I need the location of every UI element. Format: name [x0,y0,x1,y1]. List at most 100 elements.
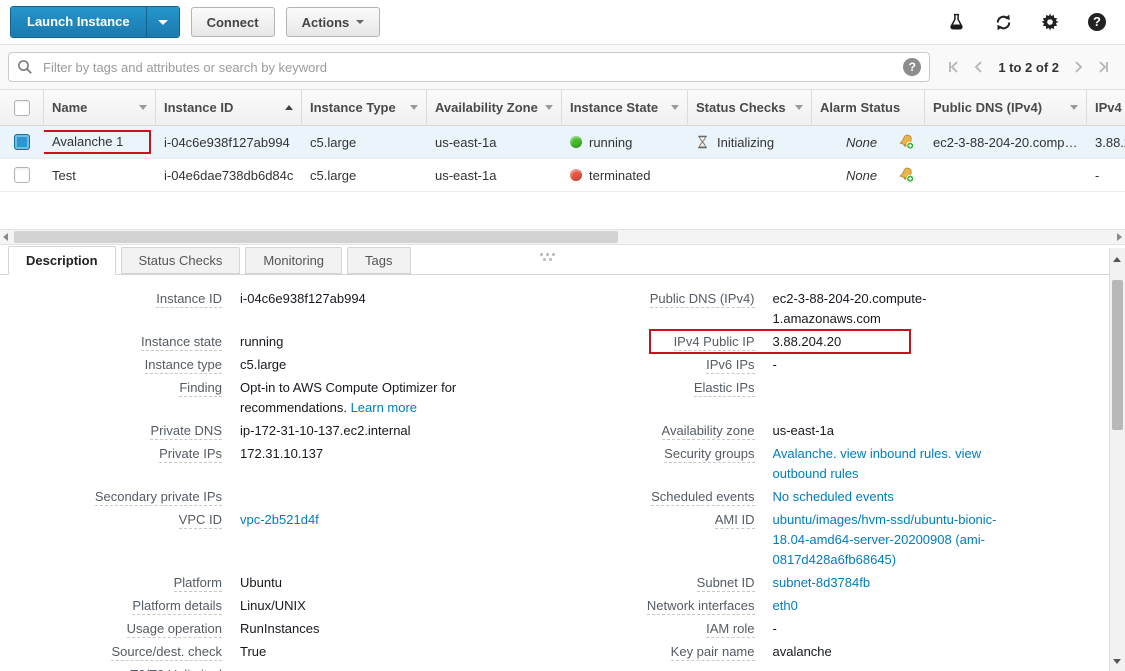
refresh-icon[interactable] [993,12,1013,32]
row-checkbox[interactable] [14,167,30,183]
column-header-public-dns[interactable]: Public DNS (IPv4) [925,90,1087,125]
field-value-text: Opt-in to AWS Compute Optimizer for reco… [240,380,456,415]
field-value-link[interactable]: eth0 [773,598,798,613]
sort-desc-icon [410,105,418,110]
scroll-right-arrow-icon[interactable] [1117,233,1122,241]
vertical-scrollbar-thumb[interactable] [1112,280,1123,430]
beaker-icon[interactable] [946,12,966,32]
chevron-down-icon [356,20,364,24]
horizontal-scrollbar-thumb[interactable] [14,231,618,243]
field-value: RunInstances [240,619,320,639]
field-label: Source/dest. check [0,642,222,662]
column-header-label: Instance State [570,100,658,115]
field-label-text: Key pair name [671,644,755,661]
field-t2-t3-unlimited: T2/T3 Unlimited [0,665,563,671]
connect-button[interactable]: Connect [191,7,275,37]
description-right-column: Public DNS (IPv4)ec2-3-88-204-20.compute… [563,289,1125,671]
column-header-instance-id[interactable]: Instance ID [156,90,302,125]
search-icon [17,59,33,75]
column-header-instance-state[interactable]: Instance State [562,90,688,125]
field-label-text: Platform details [132,598,222,615]
scroll-down-arrow-icon[interactable] [1113,659,1121,664]
cell-public-dns: ec2-3-88-204-20.comp… [925,126,1087,158]
field-value-link[interactable]: Avalanche. view inbound rules. view outb… [773,446,982,481]
field-value-text: ec2-3-88-204-20.compute-1.amazonaws.com [773,291,927,326]
sort-desc-icon [139,105,147,110]
column-header-instance-type[interactable]: Instance Type [302,90,427,125]
field-label: Private IPs [0,444,222,464]
field-value-text: i-04c6e938f127ab994 [240,291,366,306]
field-secondary-private-ips: Secondary private IPs [0,487,563,507]
column-header-availability-zone[interactable]: Availability Zone [427,90,562,125]
instance-row[interactable]: Testi-04e6dae738db6d84cc5.largeus-east-1… [0,159,1125,192]
last-page-button[interactable] [1098,61,1109,73]
field-value: eth0 [773,596,798,616]
sort-desc-icon [1070,105,1078,110]
cell-instance-id: i-04c6e938f127ab994 [156,126,302,158]
field-value: - [773,355,777,375]
select-all-checkbox[interactable] [14,100,30,116]
add-alarm-bell-icon[interactable] [898,134,915,150]
field-value: True [240,642,266,662]
sort-desc-icon [545,105,553,110]
field-value-link[interactable]: ubuntu/images/hvm-ssd/ubuntu-bionic-18.0… [773,512,997,567]
cell-availability-zone: us-east-1a [427,126,562,158]
field-value: ubuntu/images/hvm-ssd/ubuntu-bionic-18.0… [773,510,1015,570]
column-header-name[interactable]: Name [44,90,156,125]
field-label: Security groups [563,444,755,484]
field-label-text: Security groups [664,446,754,463]
previous-page-button[interactable] [974,61,983,73]
field-finding: FindingOpt-in to AWS Compute Optimizer f… [0,378,563,418]
scroll-left-arrow-icon[interactable] [3,233,8,241]
column-header-alarm-status[interactable]: Alarm Status [812,90,925,125]
field-value-text: avalanche [773,644,832,659]
scroll-up-arrow-icon[interactable] [1113,257,1121,262]
instance-name-annotated: Avalanche 1 [44,130,151,154]
field-value-link[interactable]: subnet-8d3784fb [773,575,871,590]
filter-input[interactable] [41,59,903,76]
tab-description[interactable]: Description [8,246,116,275]
tab-tags[interactable]: Tags [347,247,410,274]
ec2-console: Launch Instance Connect Actions ? [0,0,1125,671]
tab-status-checks[interactable]: Status Checks [121,247,241,274]
add-alarm-bell-icon[interactable] [898,167,915,183]
filter-help-icon[interactable]: ? [903,58,921,76]
field-label-text: Secondary private IPs [95,489,222,506]
panel-resize-grip[interactable] [540,253,543,256]
field-value: Avalanche. view inbound rules. view outb… [773,444,1015,484]
help-icon[interactable]: ? [1087,12,1107,32]
column-header-ipv4-public-ip[interactable]: IPv4 Public IP [1087,90,1125,125]
description-left-column: Instance IDi-04c6e938f127ab994Instance s… [0,289,563,671]
actions-button[interactable]: Actions [286,7,381,37]
column-header-label: Name [52,100,87,115]
first-page-button[interactable] [948,61,959,73]
field-network-interfaces: Network interfaces eth0 [563,596,1125,616]
instance-row[interactable]: Avalanche 1i-04c6e938f127ab994c5.largeus… [0,126,1125,159]
field-value-link[interactable]: No scheduled events [773,489,894,504]
launch-instance-button[interactable]: Launch Instance [11,7,146,37]
field-label: Key pair name [563,642,755,662]
table-body: Avalanche 1i-04c6e938f127ab994c5.largeus… [0,126,1125,192]
cell-ipv4-public-ip: 3.88.204.20 [1087,126,1125,158]
hourglass-icon [696,135,709,149]
field-value-link[interactable]: Learn more [351,400,417,415]
state-label: running [589,135,632,150]
field-usage-operation: Usage operationRunInstances [0,619,563,639]
row-checkbox-cell [0,159,44,191]
field-label-text: IAM role [706,621,754,638]
column-header-label: Public DNS (IPv4) [933,100,1042,115]
field-value-text: - [773,621,777,636]
tab-monitoring[interactable]: Monitoring [245,247,342,274]
field-label-text: Network interfaces [647,598,755,615]
detail-tabs: DescriptionStatus ChecksMonitoringTags [0,245,1125,275]
row-checkbox[interactable] [14,134,30,150]
column-header-status-checks[interactable]: Status Checks [688,90,812,125]
gear-icon[interactable] [1040,12,1060,32]
alarm-status-label: None [820,135,898,150]
next-page-button[interactable] [1074,61,1083,73]
field-value: subnet-8d3784fb [773,573,871,593]
field-value-text: running [240,334,283,349]
spacer [563,401,1125,421]
launch-instance-dropdown[interactable] [146,7,179,37]
field-value-link[interactable]: vpc-2b521d4f [240,512,319,527]
